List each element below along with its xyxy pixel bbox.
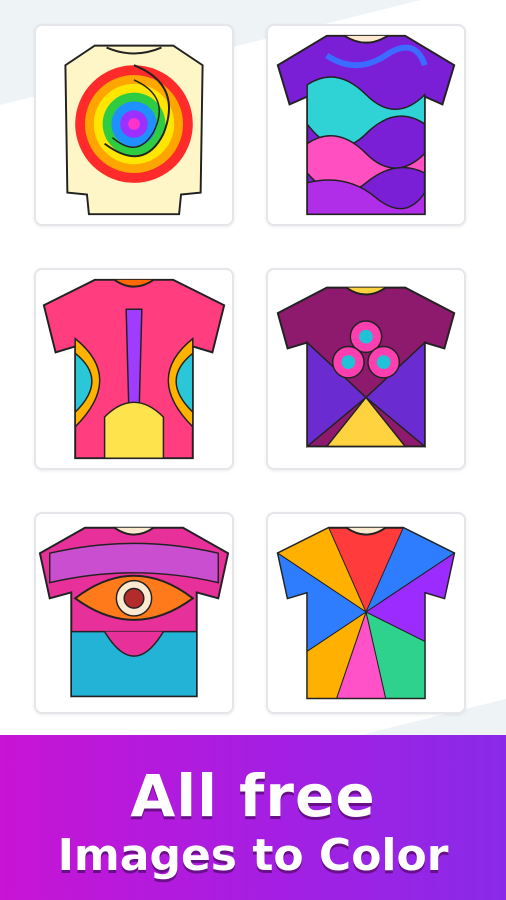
sweater-artwork xyxy=(64,44,204,216)
coloring-card-eye-tee[interactable] xyxy=(34,512,234,714)
banner-headline: All free xyxy=(130,762,376,830)
coloring-card-swirl-sweater[interactable] xyxy=(34,24,234,226)
waves-tee-artwork xyxy=(276,34,456,216)
coloring-card-stripes-tee[interactable] xyxy=(266,512,466,714)
coloring-card-arcs-tee[interactable] xyxy=(34,268,234,470)
stripes-tee-artwork xyxy=(276,526,456,700)
coloring-card-waves-tee[interactable] xyxy=(266,24,466,226)
banner-subheadline: Images to Color xyxy=(57,830,449,881)
coloring-card-club-tee[interactable] xyxy=(266,268,466,470)
eye-tee-artwork xyxy=(38,526,230,698)
club-tee-artwork xyxy=(276,286,456,448)
arcs-tee-artwork xyxy=(42,278,226,460)
